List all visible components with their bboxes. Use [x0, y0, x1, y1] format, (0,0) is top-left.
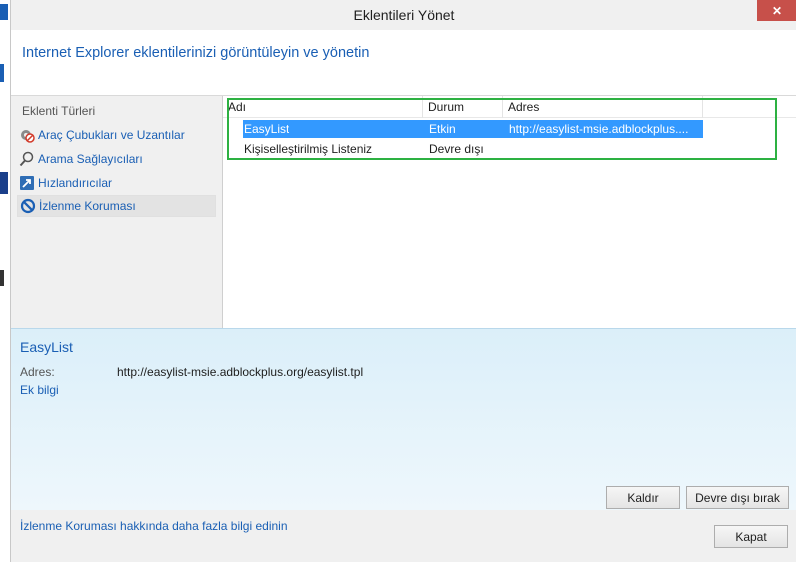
title-bar: Eklentileri Yönet ✕: [11, 0, 796, 30]
sidebar-item-label: Arama Sağlayıcıları: [38, 152, 143, 166]
background-window-edge: [0, 0, 10, 562]
remove-button[interactable]: Kaldır: [606, 486, 680, 509]
address-label: Adres:: [20, 365, 55, 379]
dialog-header: Internet Explorer eklentilerinizi görünt…: [11, 30, 796, 96]
background-mark: [0, 172, 8, 194]
screen: Eklentileri Yönet ✕ Internet Explorer ek…: [0, 0, 796, 562]
sidebar-item-label: Hızlandırıcılar: [38, 176, 113, 190]
manage-addons-dialog: Eklentileri Yönet ✕ Internet Explorer ek…: [10, 0, 796, 562]
details-pane: EasyList Adres: http://easylist-msie.adb…: [11, 328, 796, 510]
close-icon: ✕: [771, 3, 783, 18]
addon-types-title: Eklenti Türleri: [22, 104, 96, 118]
more-info-link[interactable]: Ek bilgi: [20, 383, 59, 397]
highlight-annotation-box: [227, 98, 777, 160]
sidebar-item-toolbars-extensions[interactable]: Araç Çubukları ve Uzantılar: [17, 124, 216, 146]
dialog-footer: İzlenme Koruması hakkında daha fazla bil…: [11, 510, 796, 562]
blocked-circle-icon: [20, 198, 36, 214]
magnifier-icon: [19, 151, 34, 167]
window-title: Eklentileri Yönet: [353, 7, 455, 23]
address-value: http://easylist-msie.adblockplus.org/eas…: [117, 365, 364, 379]
sidebar-item-search-providers[interactable]: Arama Sağlayıcıları: [17, 148, 216, 170]
background-mark: [0, 270, 4, 286]
tracking-protection-info-link[interactable]: İzlenme Koruması hakkında daha fazla bil…: [20, 519, 288, 533]
disable-button[interactable]: Devre dışı bırak: [686, 486, 789, 509]
details-title: EasyList: [20, 339, 73, 355]
window-close-button[interactable]: ✕: [757, 0, 796, 21]
accelerator-icon: [20, 176, 34, 190]
sidebar-item-label: İzlenme Koruması: [39, 199, 136, 213]
sidebar-item-accelerators[interactable]: Hızlandırıcılar: [17, 172, 216, 194]
header-text: Internet Explorer eklentilerinizi görünt…: [22, 45, 370, 61]
addon-types-pane: Eklenti Türleri Araç Çubukları ve Uzantı…: [11, 96, 222, 328]
background-mark: [0, 64, 4, 82]
gear-blocked-icon: [21, 130, 35, 143]
close-button[interactable]: Kapat: [714, 525, 788, 548]
sidebar-item-tracking-protection[interactable]: İzlenme Koruması: [17, 195, 216, 217]
sidebar-item-label: Araç Çubukları ve Uzantılar: [38, 128, 185, 142]
background-mark: [0, 4, 8, 20]
